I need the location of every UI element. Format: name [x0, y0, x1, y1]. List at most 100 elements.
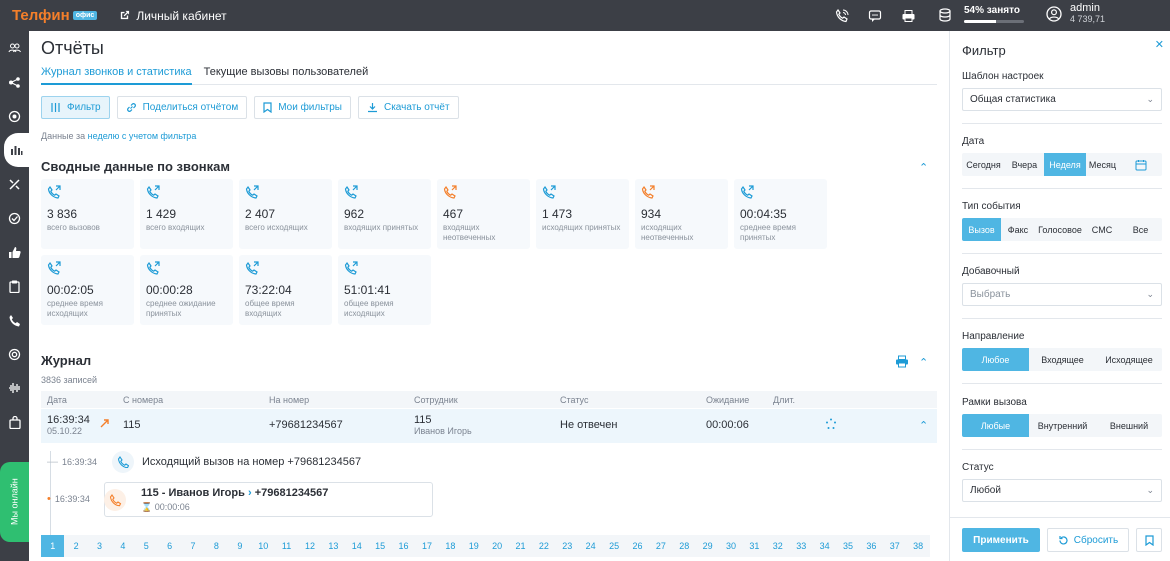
tab-journal[interactable]: Журнал звонков и статистика	[41, 66, 192, 85]
period-prefix: Данные за	[41, 131, 86, 141]
support-icon[interactable]	[0, 337, 29, 371]
page-number[interactable]: 13	[322, 535, 345, 557]
column-status: Статус	[560, 394, 589, 405]
phone-icon[interactable]	[0, 303, 29, 337]
page-number[interactable]: 1	[41, 535, 65, 557]
page-number[interactable]: 32	[766, 535, 789, 557]
clipboard-icon[interactable]	[0, 269, 29, 303]
page-number[interactable]: 14	[345, 535, 368, 557]
page-number[interactable]: 8	[205, 535, 228, 557]
chat-icon[interactable]	[865, 6, 885, 26]
extension-select[interactable]: Выбрать ⌄	[962, 283, 1162, 306]
segment-option[interactable]: Факс	[1001, 218, 1035, 241]
page-number[interactable]: 31	[743, 535, 766, 557]
segment-option[interactable]: Входящее	[1029, 348, 1096, 371]
segment-option[interactable]: Вызов	[962, 218, 1001, 241]
row-collapse-icon[interactable]: ⌃	[919, 419, 928, 432]
voice-icon[interactable]	[0, 371, 29, 405]
status-select[interactable]: Любой ⌄	[962, 479, 1162, 502]
card-value: 2 407	[245, 207, 276, 221]
download-report-button[interactable]: Скачать отчёт	[357, 96, 459, 119]
page-number[interactable]: 3	[88, 535, 111, 557]
page-number[interactable]: 37	[883, 535, 906, 557]
stats-icon[interactable]	[4, 133, 29, 167]
scope-segmented: Любые Внутренний Внешний	[962, 414, 1162, 437]
page-number[interactable]: 25	[602, 535, 625, 557]
close-icon[interactable]: ✕	[1155, 38, 1164, 51]
page-number[interactable]: 24	[579, 535, 602, 557]
fax-icon[interactable]	[898, 6, 918, 26]
save-filter-button[interactable]	[1136, 528, 1162, 552]
page-number[interactable]: 28	[673, 535, 696, 557]
page-number[interactable]: 38	[906, 535, 929, 557]
tab-current-calls[interactable]: Текущие вызовы пользователей	[204, 66, 369, 84]
page-number[interactable]: 22	[532, 535, 555, 557]
segment-option[interactable]: Любое	[962, 348, 1029, 371]
page-number[interactable]: 9	[228, 535, 251, 557]
page-number[interactable]: 5	[135, 535, 158, 557]
page-number[interactable]: 35	[836, 535, 859, 557]
user-menu[interactable]: admin 4 739,71	[1046, 3, 1105, 25]
segment-option[interactable]: Все	[1119, 218, 1162, 241]
event-title: 115 - Иванов Игорь	[141, 487, 245, 499]
like-icon[interactable]	[0, 235, 29, 269]
share-report-button[interactable]: Поделиться отчётом	[116, 96, 248, 119]
page-number[interactable]: 20	[485, 535, 508, 557]
page-number[interactable]: 6	[158, 535, 181, 557]
page-number[interactable]: 23	[556, 535, 579, 557]
event-card[interactable]: 115 - Иванов Игорь › +79681234567 ⌛ 00:0…	[104, 482, 433, 517]
cabinet-link[interactable]: Личный кабинет	[119, 9, 227, 23]
segment-option[interactable]: Любые	[962, 414, 1029, 437]
reset-button[interactable]: Сбросить	[1047, 528, 1129, 552]
page-number[interactable]: 18	[439, 535, 462, 557]
page-number[interactable]: 4	[111, 535, 134, 557]
calendar-icon[interactable]	[1119, 153, 1162, 176]
online-chat-tab[interactable]: Мы онлайн	[0, 462, 29, 542]
page-number[interactable]: 7	[181, 535, 204, 557]
segment-option[interactable]: СМС	[1085, 218, 1119, 241]
page-number[interactable]: 19	[462, 535, 485, 557]
print-icon[interactable]	[895, 355, 909, 371]
page-number[interactable]: 36	[860, 535, 883, 557]
network-icon[interactable]	[0, 65, 29, 99]
apply-button[interactable]: Применить	[962, 528, 1040, 552]
tools-icon[interactable]	[0, 167, 29, 201]
logo[interactable]: Телфин офис	[12, 7, 98, 24]
settings-icon[interactable]	[0, 99, 29, 133]
table-row[interactable]: 16:39:34 05.10.22 115 +79681234567 115 И…	[41, 409, 937, 443]
segment-option[interactable]: Неделя	[1044, 153, 1086, 176]
check-icon[interactable]	[0, 201, 29, 235]
page-number[interactable]: 12	[298, 535, 321, 557]
segment-option[interactable]: Вчера	[1005, 153, 1044, 176]
segment-option[interactable]: Сегодня	[962, 153, 1005, 176]
segment-option[interactable]: Внешний	[1096, 414, 1162, 437]
chevron-up-icon[interactable]: ⌃	[919, 356, 928, 369]
page-number[interactable]: 16	[392, 535, 415, 557]
period-link[interactable]: неделю с учетом фильтра	[88, 131, 197, 141]
page-number[interactable]: 11	[275, 535, 298, 557]
page-number[interactable]: 30	[719, 535, 742, 557]
page-number[interactable]: 17	[415, 535, 438, 557]
call-icon[interactable]	[832, 6, 852, 26]
segment-option[interactable]: Месяц	[1086, 153, 1119, 176]
page-number[interactable]: 34	[813, 535, 836, 557]
page-number[interactable]: 10	[252, 535, 275, 557]
chevron-up-icon[interactable]: ⌃	[919, 161, 928, 174]
storage-fill	[964, 20, 997, 23]
contacts-icon[interactable]	[0, 31, 29, 65]
page-number[interactable]: 29	[696, 535, 719, 557]
my-filters-button[interactable]: Мои фильтры	[254, 96, 351, 119]
template-select[interactable]: Общая статистика ⌄	[962, 88, 1162, 111]
page-number[interactable]: 15	[368, 535, 391, 557]
page-number[interactable]: 26	[626, 535, 649, 557]
filter-button[interactable]: Фильтр	[41, 96, 110, 119]
bag-icon[interactable]	[0, 405, 29, 439]
page-number[interactable]: 21	[509, 535, 532, 557]
page-number[interactable]: 33	[790, 535, 813, 557]
event-target: +79681234567	[254, 487, 329, 499]
segment-option[interactable]: Внутренний	[1029, 414, 1096, 437]
page-number[interactable]: 2	[64, 535, 87, 557]
segment-option[interactable]: Исходящее	[1096, 348, 1162, 371]
segment-option[interactable]: Голосовое	[1035, 218, 1085, 241]
page-number[interactable]: 27	[649, 535, 672, 557]
